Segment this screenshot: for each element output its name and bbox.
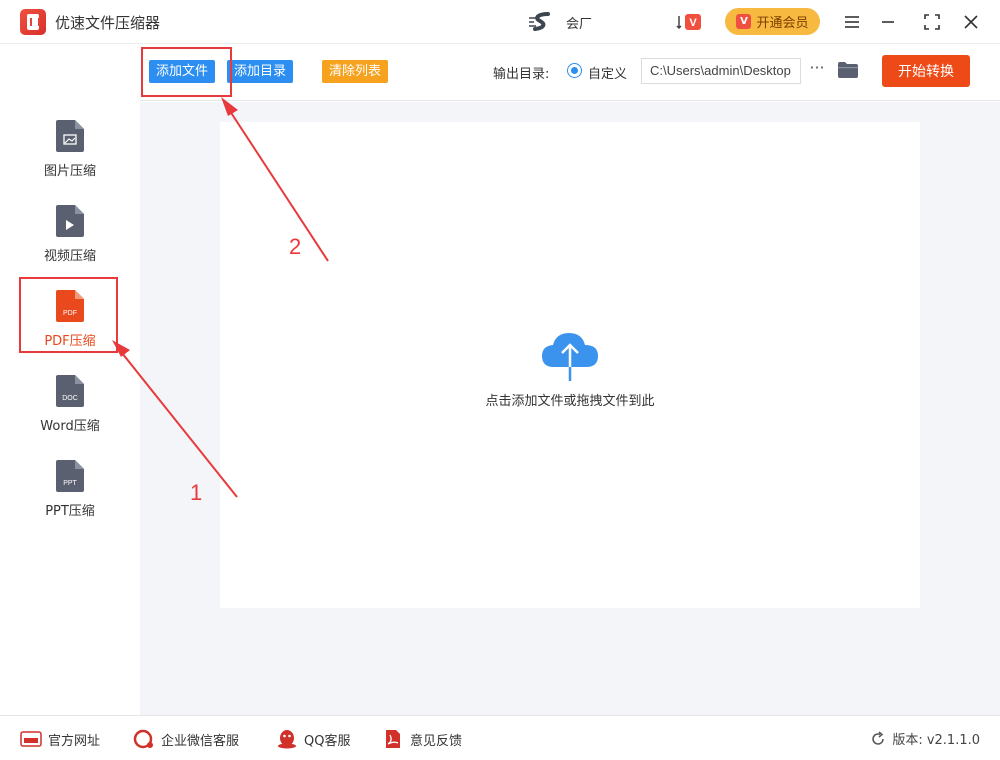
video-file-icon (56, 205, 84, 237)
clear-list-button[interactable]: 清除列表 (322, 60, 389, 83)
user-name[interactable]: 会厂 (566, 13, 592, 32)
annotation-box-add-file (141, 47, 232, 97)
annotation-step-2: 2 (289, 234, 302, 259)
sidebar-item-video-compress[interactable]: 视频压缩 (0, 205, 140, 280)
feedback-icon (386, 730, 400, 748)
svg-text:V: V (689, 17, 697, 29)
custom-output-radio[interactable] (567, 63, 582, 78)
main-area: 点击添加文件或拖拽文件到此 (140, 102, 1000, 715)
sidebar: 图片压缩 视频压缩 PDF PDF压缩 DOC Word压缩 PPT PPT压缩 (0, 45, 140, 715)
doc-badge-text: DOC (62, 395, 78, 402)
app-logo-icon (20, 9, 46, 35)
app-title: 优速文件压缩器 (55, 14, 161, 32)
sidebar-item-word-compress[interactable]: DOC Word压缩 (0, 375, 140, 450)
custom-output-label[interactable]: 自定义 (588, 63, 627, 82)
toolbar: 添加文件 添加目录 清除列表 输出目录: 自定义 C:\Users\admin\… (140, 45, 1000, 101)
minimize-button[interactable] (876, 10, 900, 34)
minimize-icon (882, 21, 894, 23)
vip-status-icon[interactable]: V (676, 13, 702, 31)
footer-qq-link[interactable]: QQ客服 (276, 728, 350, 750)
footer-feedback-link[interactable]: 意见反馈 (382, 728, 462, 750)
sidebar-item-label: PPT压缩 (45, 504, 95, 519)
footer-wechat-link[interactable]: 企业微信客服 (133, 728, 239, 750)
footer: 官方网址 企业微信客服 QQ客服 意见反馈 版本: v2.1.1.0 (0, 715, 1000, 760)
title-bar: 优速文件压缩器 会厂 V V 开通会员 (0, 0, 1000, 44)
close-icon (964, 15, 978, 29)
image-file-icon (56, 120, 84, 152)
refresh-icon[interactable] (870, 730, 886, 747)
sidebar-item-image-compress[interactable]: 图片压缩 (0, 120, 140, 195)
close-button[interactable] (959, 10, 983, 34)
annotation-box-pdf (19, 277, 118, 353)
maximize-button[interactable] (920, 10, 944, 34)
wechat-icon (133, 729, 153, 749)
menu-button[interactable] (840, 10, 864, 34)
start-convert-button[interactable]: 开始转换 (882, 55, 970, 87)
cloud-upload-icon (542, 333, 598, 381)
vip-upgrade-button[interactable]: V 开通会员 (725, 8, 820, 35)
sidebar-item-label: 视频压缩 (43, 249, 96, 264)
vip-badge-icon: V (736, 14, 752, 29)
version-label: 版本: v2.1.1.0 (892, 733, 980, 748)
user-avatar-icon[interactable] (528, 11, 556, 33)
footer-website-label: 官方网址 (48, 733, 101, 749)
word-file-icon (56, 375, 84, 407)
sidebar-item-label: 图片压缩 (43, 164, 96, 179)
annotation-step-1: 1 (190, 480, 203, 505)
ppt-file-icon (56, 460, 84, 492)
sidebar-item-ppt-compress[interactable]: PPT PPT压缩 (0, 460, 140, 535)
output-path-field[interactable]: C:\Users\admin\Desktop (641, 58, 801, 84)
footer-website-link[interactable]: 官方网址 (20, 728, 100, 750)
ppt-badge-text: PPT (63, 480, 77, 487)
open-folder-icon[interactable] (837, 61, 859, 79)
footer-wechat-label: 企业微信客服 (161, 733, 240, 749)
browse-more-button[interactable]: ··· (808, 58, 826, 82)
qq-icon (278, 730, 296, 749)
vip-upgrade-label: 开通会员 (756, 16, 809, 31)
add-directory-button[interactable]: 添加目录 (227, 60, 294, 83)
footer-qq-label: QQ客服 (304, 733, 351, 749)
sidebar-item-label: Word压缩 (40, 419, 100, 434)
footer-feedback-label: 意见反馈 (410, 733, 463, 749)
version-info: 版本: v2.1.1.0 (870, 729, 980, 748)
maximize-icon (924, 14, 940, 30)
hamburger-icon (845, 16, 859, 28)
output-dir-label: 输出目录: (493, 67, 550, 82)
file-drop-zone[interactable]: 点击添加文件或拖拽文件到此 (220, 122, 920, 608)
website-icon (20, 731, 42, 747)
drop-hint-text: 点击添加文件或拖拽文件到此 (485, 394, 655, 409)
